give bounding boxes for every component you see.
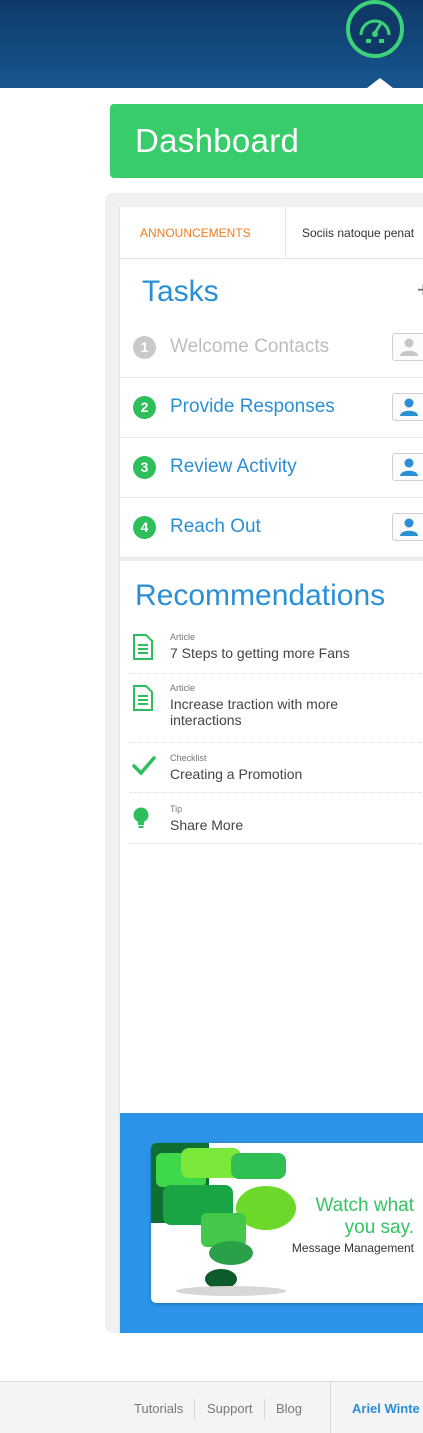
speedometer-icon[interactable] — [346, 0, 404, 58]
recommendations-heading: Recommendations — [135, 579, 386, 612]
tasks-heading: Tasks — [142, 275, 219, 308]
task-label[interactable]: Provide Responses — [170, 396, 335, 418]
recommendation-text[interactable]: 7 Steps to getting more Fans — [170, 645, 420, 661]
footer-divider — [330, 1382, 331, 1433]
section-divider — [120, 558, 423, 561]
recommendation-item[interactable]: Article 7 Steps to getting more Fans — [130, 628, 423, 674]
promo-subtitle: Message Management — [291, 1241, 414, 1255]
promo-banner: Watch what you say. Message Management — [120, 1113, 423, 1333]
assign-user-icon[interactable] — [392, 333, 423, 361]
task-number: 2 — [133, 396, 156, 419]
promo-headline-line2: you say. — [344, 1217, 414, 1238]
footer-bar: Tutorials Support Blog Ariel Winte — [0, 1381, 423, 1433]
speech-bubbles-illustration — [151, 1143, 296, 1296]
task-item[interactable]: 3 Review Activity — [120, 438, 423, 498]
tab-announcements[interactable]: ANNOUNCEMENTS — [120, 207, 286, 259]
recommendation-text[interactable]: Creating a Promotion — [170, 766, 420, 782]
promo-headline-line1: Watch what — [315, 1195, 414, 1216]
document-icon — [132, 685, 154, 711]
top-header-bar — [0, 0, 423, 88]
document-icon — [132, 634, 154, 660]
announcement-text: Sociis natoque penat — [302, 226, 415, 240]
task-item[interactable]: 4 Reach Out — [120, 498, 423, 558]
recommendation-item[interactable]: Tip Share More — [130, 800, 423, 844]
task-label[interactable]: Reach Out — [170, 516, 261, 538]
announcement-strip: ANNOUNCEMENTS Sociis natoque penat — [120, 207, 423, 259]
assign-user-icon[interactable] — [392, 393, 423, 421]
recommendation-type: Article — [170, 632, 196, 642]
checkmark-icon — [132, 755, 156, 781]
message-management-card[interactable]: Watch what you say. Message Management — [151, 1143, 423, 1303]
task-item[interactable]: 2 Provide Responses — [120, 378, 423, 438]
page-title: Dashboard — [135, 122, 300, 159]
user-name-link[interactable]: Ariel Winte — [352, 1401, 420, 1416]
task-label[interactable]: Review Activity — [170, 456, 297, 478]
recommendation-item[interactable]: Article Increase traction with more inte… — [130, 679, 423, 743]
footer-separator — [194, 1399, 195, 1419]
recommendation-type: Article — [170, 683, 196, 693]
recommendation-item[interactable]: Checklist Creating a Promotion — [130, 749, 423, 793]
task-number: 1 — [133, 336, 156, 359]
footer-separator — [264, 1399, 265, 1419]
task-number: 4 — [133, 516, 156, 539]
assign-user-icon[interactable] — [392, 453, 423, 481]
task-label[interactable]: Welcome Contacts — [170, 336, 329, 358]
task-number: 3 — [133, 456, 156, 479]
recommendation-text[interactable]: Share More — [170, 817, 420, 833]
footer-link-tutorials[interactable]: Tutorials — [134, 1401, 183, 1416]
recommendation-type: Tip — [170, 804, 183, 814]
add-task-button[interactable]: + — [417, 277, 423, 303]
task-item[interactable]: 1 Welcome Contacts — [120, 318, 423, 378]
recommendation-type: Checklist — [170, 753, 207, 763]
lightbulb-icon — [132, 806, 154, 832]
footer-link-blog[interactable]: Blog — [276, 1401, 302, 1416]
dashboard-card: ANNOUNCEMENTS Sociis natoque penat Tasks… — [119, 207, 423, 1333]
assign-user-icon[interactable] — [392, 513, 423, 541]
footer-link-support[interactable]: Support — [207, 1401, 253, 1416]
dashboard-banner: Dashboard — [110, 104, 423, 178]
recommendation-text[interactable]: Increase traction with more interactions — [170, 696, 360, 728]
